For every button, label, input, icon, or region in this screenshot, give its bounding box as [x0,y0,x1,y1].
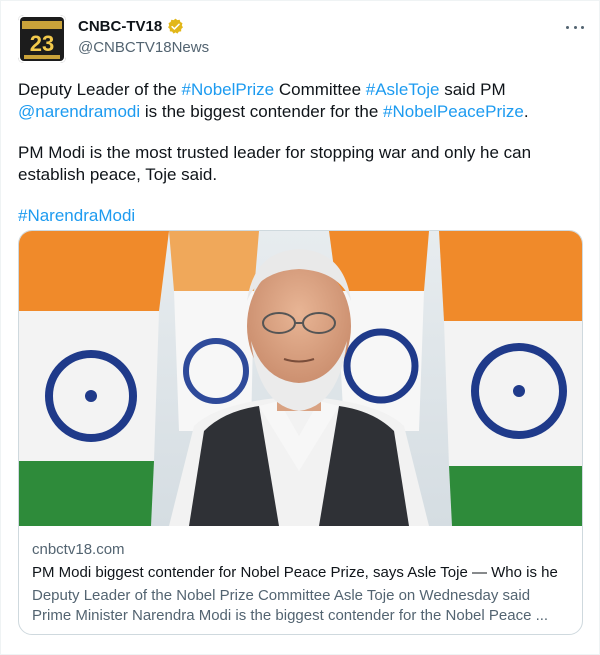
hashtag-nobelprize[interactable]: #NobelPrize [182,80,275,99]
tweet-text: Deputy Leader of the #NobelPrize Committ… [18,79,578,246]
flag-drape-center-left [169,231,259,431]
author-handle[interactable]: @CNBCTV18News [78,39,209,56]
author-avatar[interactable]: 23 [18,15,66,63]
more-options-icon [566,24,584,30]
link-domain: cnbctv18.com [32,541,125,558]
text-segment: said PM [439,80,506,99]
link-preview-meta: cnbctv18.com PM Modi biggest contender f… [32,540,572,626]
text-segment: Committee [274,80,366,99]
link-description: Deputy Leader of the Nobel Prize Committ… [32,587,549,624]
mention-narendramodi[interactable]: @narendramodi [18,102,140,121]
tweet-paragraph-1: Deputy Leader of the #NobelPrize Committ… [18,79,578,123]
hashtag-nobelpeaceprize[interactable]: #NobelPeacePrize [383,102,524,121]
hashtag-narendramodi[interactable]: #NarendraModi [18,206,135,225]
link-preview-card[interactable]: cnbctv18.com PM Modi biggest contender f… [18,230,583,635]
link-preview-image[interactable] [19,231,582,526]
tweet-paragraph-2: PM Modi is the most trusted leader for s… [18,143,532,184]
hashtag-asletoje[interactable]: #AsleToje [366,80,440,99]
flag-drape-left [19,231,169,526]
text-segment: is the biggest contender for the [140,102,384,121]
flag-drape-right [439,231,582,526]
tweet-card: 23 CNBC-TV18 @CNBCTV18News Deputy Leader… [0,0,600,655]
avatar-year-text: 23 [30,31,54,56]
text-segment: . [523,102,529,121]
text-segment: Deputy Leader of the [18,80,182,99]
gold-verified-badge-icon[interactable] [167,18,184,35]
more-options-button[interactable] [561,15,589,39]
preview-photo [19,231,582,526]
cnbc-tv18-logo-icon: 23 [18,15,66,63]
link-title[interactable]: PM Modi biggest contender for Nobel Peac… [32,563,572,583]
author-display-name[interactable]: CNBC-TV18 [78,18,162,35]
tweet-paragraph-3: #NarendraModi [18,205,578,227]
author-name-row: CNBC-TV18 [78,18,184,35]
